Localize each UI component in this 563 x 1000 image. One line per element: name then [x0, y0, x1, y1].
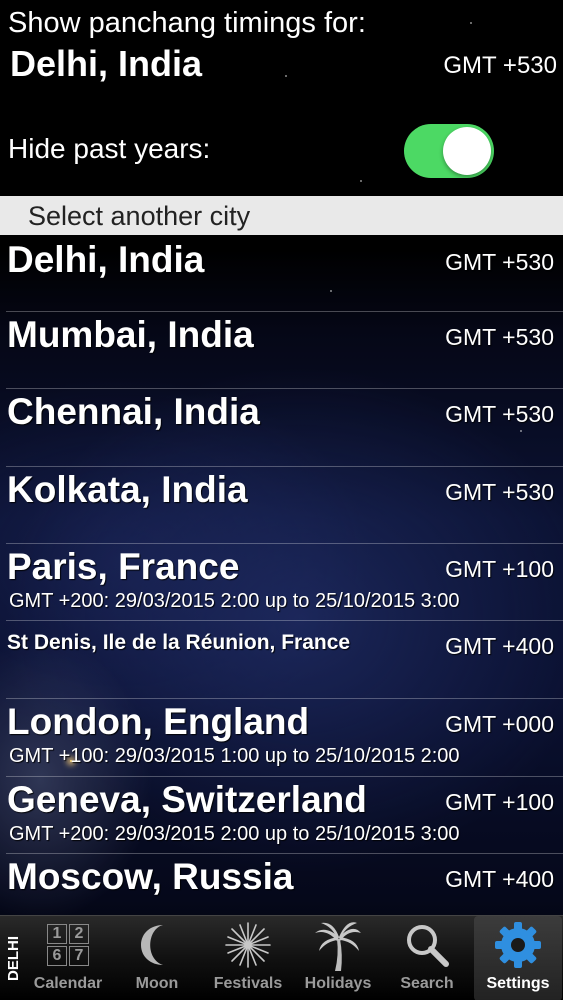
- city-gmt: GMT +400: [445, 633, 554, 659]
- city-gmt: GMT +530: [445, 401, 554, 427]
- tab-settings[interactable]: Settings: [474, 916, 562, 1000]
- row-divider: [6, 620, 563, 621]
- tab-label: Moon: [135, 975, 179, 992]
- city-dst-info: GMT +200: 29/03/2015 2:00 up to 25/10/20…: [9, 590, 460, 612]
- gear-icon: [474, 916, 562, 974]
- city-gmt: GMT +530: [445, 324, 554, 350]
- selected-city-gmt: GMT +530: [443, 52, 557, 79]
- calendar-icon: 1 2 6 7: [28, 916, 108, 974]
- city-name: Mumbai, India: [7, 314, 254, 355]
- hide-past-years-toggle[interactable]: [404, 124, 494, 178]
- tab-search[interactable]: Search: [386, 916, 468, 1000]
- city-dst-info: GMT +200: 29/03/2015 2:00 up to 25/10/20…: [9, 823, 460, 845]
- section-header: Select another city: [0, 196, 563, 235]
- city-row-geneva[interactable]: Geneva, Switzerland GMT +100 GMT +200: 2…: [0, 776, 563, 853]
- city-row-moscow[interactable]: Moscow, Russia GMT +400: [0, 853, 563, 915]
- row-divider: [6, 388, 563, 389]
- city-name: Moscow, Russia: [7, 856, 294, 897]
- city-row-mumbai[interactable]: Mumbai, India GMT +530: [0, 311, 563, 388]
- toggle-knob: [443, 127, 491, 175]
- city-name: Paris, France: [7, 546, 240, 587]
- tab-festivals[interactable]: Festivals: [206, 916, 290, 1000]
- tab-label: Holidays: [304, 975, 372, 992]
- city-row-st-denis[interactable]: St Denis, Ile de la Réunion, France GMT …: [0, 620, 563, 697]
- tab-label: Festivals: [213, 975, 283, 992]
- location-prompt: Show panchang timings for:: [8, 7, 366, 39]
- moon-icon: [116, 916, 198, 974]
- hide-past-years-label: Hide past years:: [8, 133, 211, 164]
- row-divider: [6, 698, 563, 699]
- star: [285, 75, 287, 77]
- city-gmt: GMT +100: [445, 556, 554, 582]
- city-name: London, England: [7, 701, 310, 742]
- search-icon: [386, 916, 468, 974]
- city-row-london[interactable]: London, England GMT +000 GMT +100: 29/03…: [0, 698, 563, 775]
- row-divider: [6, 311, 563, 312]
- tab-bar: DELHI 1 2 6 7 Calendar Moon Festivals Ho…: [0, 915, 563, 1000]
- tab-label: Settings: [486, 975, 550, 992]
- city-gmt: GMT +400: [445, 866, 554, 892]
- calendar-digit: 1: [47, 924, 67, 944]
- star: [360, 180, 362, 182]
- city-dst-info: GMT +100: 29/03/2015 1:00 up to 25/10/20…: [9, 745, 460, 767]
- tab-moon[interactable]: Moon: [116, 916, 198, 1000]
- city-name: Geneva, Switzerland: [7, 779, 367, 820]
- city-gmt: GMT +100: [445, 789, 554, 815]
- tab-label: Search: [400, 975, 454, 992]
- city-row-paris[interactable]: Paris, France GMT +100 GMT +200: 29/03/2…: [0, 543, 563, 620]
- calendar-digit: 6: [47, 946, 67, 966]
- tab-calendar[interactable]: 1 2 6 7 Calendar: [28, 916, 108, 1000]
- calendar-digit: 7: [69, 946, 89, 966]
- row-divider: [6, 776, 563, 777]
- city-row-kolkata[interactable]: Kolkata, India GMT +530: [0, 466, 563, 543]
- city-row-delhi[interactable]: Delhi, India GMT +530: [0, 236, 563, 313]
- calendar-digit: 2: [69, 924, 89, 944]
- city-row-chennai[interactable]: Chennai, India GMT +530: [0, 388, 563, 465]
- current-city-tag-label: DELHI: [4, 936, 22, 981]
- city-name: Delhi, India: [7, 239, 205, 280]
- city-gmt: GMT +000: [445, 711, 554, 737]
- tab-holidays[interactable]: Holidays: [296, 916, 380, 1000]
- row-divider: [6, 543, 563, 544]
- city-name: Chennai, India: [7, 391, 260, 432]
- fireworks-icon: [206, 916, 290, 974]
- city-name: St Denis, Ile de la Réunion, France: [7, 631, 351, 654]
- star: [470, 22, 472, 24]
- city-name: Kolkata, India: [7, 469, 248, 510]
- palm-tree-icon: [296, 916, 380, 974]
- city-gmt: GMT +530: [445, 479, 554, 505]
- row-divider: [6, 466, 563, 467]
- tab-label: Calendar: [33, 975, 103, 992]
- row-divider: [6, 853, 563, 854]
- city-gmt: GMT +530: [445, 249, 554, 275]
- current-city-tag: DELHI: [0, 916, 26, 1000]
- selected-city: Delhi, India: [10, 43, 203, 84]
